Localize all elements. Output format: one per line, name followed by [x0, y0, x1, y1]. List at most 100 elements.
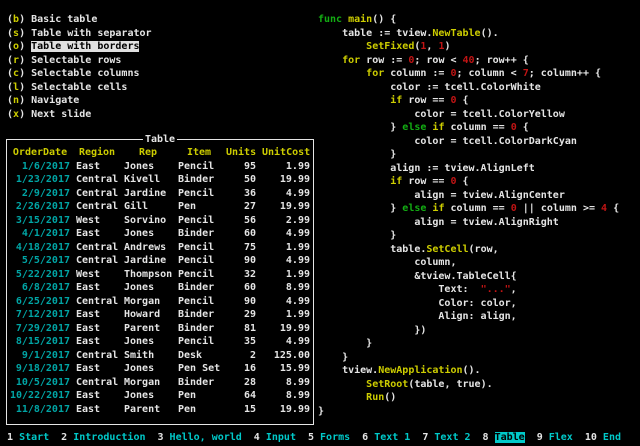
statusbar-slide-introduction[interactable]: 2 Introduction [61, 432, 145, 443]
table-cell: East [76, 227, 118, 241]
table-cell: 7/29/2017 [10, 322, 70, 336]
table-cell: 2 [226, 349, 256, 363]
code-line: column, [318, 256, 619, 270]
table-cell: 28 [226, 376, 256, 390]
code-pane: func main() { table := tview.NewTable().… [318, 13, 619, 418]
statusbar-slide-input[interactable]: 4 Input [254, 432, 296, 443]
menu-item-paren: ) [19, 14, 31, 25]
demo-menu: (b) Basic table(s) Table with separator(… [7, 13, 152, 121]
table-row: 5/5/2017CentralJardinePencil904.99 [10, 254, 310, 268]
menu-item-label: Table with separator [31, 28, 151, 39]
table-row: 10/5/2017CentralMorganBinder288.99 [10, 376, 310, 390]
table-cell: Central [76, 187, 118, 201]
table-cell: Central [76, 173, 118, 187]
statusbar-slide-text-2[interactable]: 7 Text 2 [422, 432, 470, 443]
menu-item-label: Basic table [31, 14, 97, 25]
code-line: }) [318, 324, 619, 338]
statusbar-slide-flex[interactable]: 9 Flex [537, 432, 573, 443]
terminal-screen: (b) Basic table(s) Table with separator(… [0, 0, 640, 446]
menu-item-r[interactable]: (r) Selectable rows [7, 54, 152, 68]
table-cell: 4.99 [262, 187, 310, 201]
menu-item-paren: ) [19, 82, 31, 93]
table-row: 6/8/2017EastJonesBinder608.99 [10, 281, 310, 295]
table-cell: 125.00 [262, 349, 310, 363]
table-cell: 35 [226, 335, 256, 349]
table-cell: 60 [226, 227, 256, 241]
code-line: } [318, 351, 619, 365]
table-row: 3/15/2017WestSorvinoPencil562.99 [10, 214, 310, 228]
table-row: 6/25/2017CentralMorganPencil904.99 [10, 295, 310, 309]
table-cell: Parent [124, 322, 172, 336]
table-cell: 50 [226, 173, 256, 187]
table-cell: 19.99 [262, 322, 310, 336]
table-cell: 1.99 [262, 241, 310, 255]
statusbar-slide-end[interactable]: 10 End [585, 432, 621, 443]
statusbar-slide-label: Start [19, 432, 49, 443]
statusbar-slide-forms[interactable]: 5 Forms [308, 432, 350, 443]
menu-item-x[interactable]: (x) Next slide [7, 108, 152, 122]
code-line: table := tview.NewTable(). [318, 27, 619, 41]
statusbar-slide-label: Flex [549, 432, 573, 443]
table-cell: East [76, 281, 118, 295]
statusbar-slide-table[interactable]: 8 Table [483, 432, 525, 443]
code-line: } [318, 229, 619, 243]
table-cell: Thompson [124, 268, 172, 282]
statusbar-slide-label: End [603, 432, 621, 443]
table-cell: Howard [124, 308, 172, 322]
table-cell: 4.99 [262, 254, 310, 268]
table-cell: Morgan [124, 376, 172, 390]
table-cell: Pen [178, 403, 220, 417]
statusbar-slide-label: Text 2 [434, 432, 470, 443]
code-line: func main() { [318, 13, 619, 27]
table-cell: 90 [226, 295, 256, 309]
table-cell: Pen Set [178, 362, 220, 376]
menu-item-label: Navigate [31, 95, 79, 106]
table-cell: Jones [124, 227, 172, 241]
menu-item-label: Next slide [31, 109, 91, 120]
table-cell: 29 [226, 308, 256, 322]
code-line: table.SetCell(row, [318, 243, 619, 257]
code-line: tview.NewApplication(). [318, 364, 619, 378]
menu-item-paren: ) [19, 68, 31, 79]
menu-item-c[interactable]: (c) Selectable columns [7, 67, 152, 81]
menu-item-s[interactable]: (s) Table with separator [7, 27, 152, 41]
table-cell: Central [76, 254, 118, 268]
code-line: color := tcell.ColorWhite [318, 81, 619, 95]
column-header: Item [178, 146, 220, 160]
statusbar-slide-hello-world[interactable]: 3 Hello, world [157, 432, 241, 443]
table-row: 8/15/2017EastJonesPencil354.99 [10, 335, 310, 349]
table-cell: Jones [124, 335, 172, 349]
table-row: 2/9/2017CentralJardinePencil364.99 [10, 187, 310, 201]
statusbar-slide-text-1[interactable]: 6 Text 1 [362, 432, 410, 443]
code-line: } else if column == 0 || column >= 4 { [318, 202, 619, 216]
code-line: if row == 0 { [318, 94, 619, 108]
table-cell: 75 [226, 241, 256, 255]
table-cell: Binder [178, 322, 220, 336]
code-line: Align: align, [318, 310, 619, 324]
table-cell: 16 [226, 362, 256, 376]
table-cell: Jones [124, 281, 172, 295]
table-row: 7/29/2017EastParentBinder8119.99 [10, 322, 310, 336]
table-cell: Andrews [124, 241, 172, 255]
code-line: } [318, 148, 619, 162]
table-cell: 4.99 [262, 295, 310, 309]
table-cell: 81 [226, 322, 256, 336]
table-cell: East [76, 403, 118, 417]
table-title: Table [143, 133, 177, 146]
code-line: SetFixed(1, 1) [318, 40, 619, 54]
statusbar-slide-start[interactable]: 1 Start [7, 432, 49, 443]
menu-item-b[interactable]: (b) Basic table [7, 13, 152, 27]
table-cell: 4.99 [262, 335, 310, 349]
menu-item-n[interactable]: (n) Navigate [7, 94, 152, 108]
code-line: Color: color, [318, 297, 619, 311]
table-cell: Central [76, 200, 118, 214]
table-header-row: OrderDateRegionRepItemUnitsUnitCost [10, 146, 310, 160]
table-cell: 90 [226, 254, 256, 268]
table-cell: West [76, 214, 118, 228]
table-cell: 4/18/2017 [10, 241, 70, 255]
table-cell: Jardine [124, 187, 172, 201]
menu-item-l[interactable]: (l) Selectable cells [7, 81, 152, 95]
menu-item-o[interactable]: (o) Table with borders [7, 40, 152, 54]
table-cell: Jardine [124, 254, 172, 268]
table-cell: Jones [124, 160, 172, 174]
